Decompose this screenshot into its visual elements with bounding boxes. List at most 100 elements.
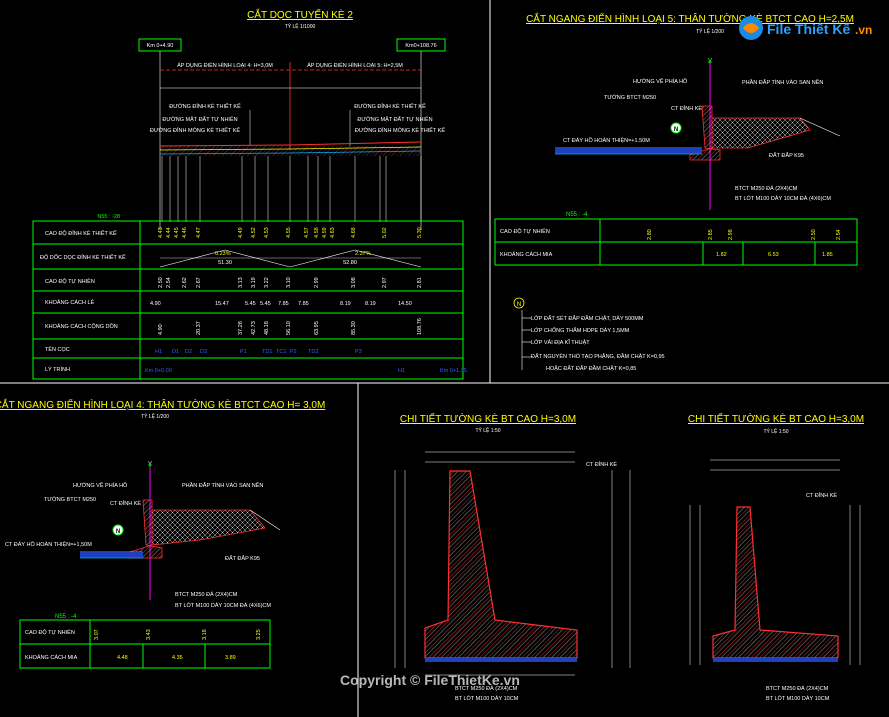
svg-text:ĐẤT ĐẮP K95: ĐẤT ĐẮP K95 — [225, 554, 260, 562]
svg-text:20.37: 20.37 — [196, 321, 202, 335]
svg-text:2.67: 2.67 — [196, 277, 202, 288]
svg-text:2.81: 2.81 — [417, 277, 423, 288]
svg-text:2.98: 2.98 — [728, 229, 734, 240]
svg-text:4.55: 4.55 — [286, 227, 292, 238]
svg-text:4.63: 4.63 — [330, 227, 336, 238]
svg-text:6.53: 6.53 — [768, 252, 779, 258]
svg-text:PHẦN ĐẮP TÍNH VÀO SAN NỀN: PHẦN ĐẮP TÍNH VÀO SAN NỀN — [182, 481, 263, 489]
svg-text:2.54: 2.54 — [166, 277, 172, 288]
svg-text:ĐƯỜNG ĐỈNH MÓNG KÈ THIẾT KẾ: ĐƯỜNG ĐỈNH MÓNG KÈ THIẾT KẾ — [150, 127, 241, 134]
copyright-watermark: Copyright © FileThietKe.vn — [340, 672, 520, 688]
logo-text: File Thiết Kế — [767, 21, 850, 37]
svg-text:0.23%: 0.23% — [215, 251, 231, 257]
svg-text:CT ĐỈNH KÈ: CT ĐỈNH KÈ — [806, 492, 837, 499]
svg-text:3.25: 3.25 — [256, 629, 262, 640]
svg-text:14.50: 14.50 — [398, 301, 412, 307]
panel-wall-detail-left: CHI TIẾT TƯỜNG KÈ BT CAO H=3,0M TỶ LỆ 1:… — [394, 412, 631, 702]
svg-text:5.02: 5.02 — [382, 227, 388, 238]
svg-text:ĐỘ DỐC DỌC ĐỈNH KÈ THIẾT KẾ: ĐỘ DỐC DỌC ĐỈNH KÈ THIẾT KẾ — [40, 254, 126, 261]
svg-text:52.80: 52.80 — [343, 260, 357, 266]
svg-text:ĐƯỜNG ĐỈNH KÈ THIẾT KẾ: ĐƯỜNG ĐỈNH KÈ THIẾT KẾ — [169, 103, 241, 110]
svg-text:ĐẤT ĐẮP K95: ĐẤT ĐẮP K95 — [769, 151, 804, 159]
svg-text:CAO ĐỘ TỰ NHIÊN: CAO ĐỘ TỰ NHIÊN — [500, 227, 550, 235]
svg-text:TÊN CỌC: TÊN CỌC — [45, 345, 70, 353]
svg-text:ĐƯỜNG MẶT ĐẤT TỰ NHIÊN: ĐƯỜNG MẶT ĐẤT TỰ NHIÊN — [162, 115, 237, 123]
panel-longitudinal: CẮT DỌC TUYẾN KÈ 2 TỶ LỆ 1/1000 Km 0+4.9… — [32, 8, 467, 380]
svg-text:HƯỚNG VỀ PHÍA HỒ: HƯỚNG VỀ PHÍA HỒ — [73, 482, 128, 489]
svg-text:HOẶC ĐẤT ĐẮP ĐẦM CHẶT K=0,85: HOẶC ĐẤT ĐẮP ĐẦM CHẶT K=0,85 — [546, 364, 636, 372]
p1-datum: N55 : -28 — [97, 214, 120, 220]
svg-text:CT ĐÁY HỒ HOÀN THIỆN=+1,50M: CT ĐÁY HỒ HOÀN THIỆN=+1,50M — [5, 540, 92, 548]
svg-text:2.37%: 2.37% — [355, 251, 371, 257]
svg-text:4.35: 4.35 — [172, 655, 183, 661]
svg-text:8.19: 8.19 — [365, 301, 376, 307]
svg-text:BTCT M250 ĐÁ (2X4)CM: BTCT M250 ĐÁ (2X4)CM — [735, 185, 798, 192]
svg-text:2.99: 2.99 — [314, 277, 320, 288]
svg-text:BT LÓT M100 DÀY 10CM: BT LÓT M100 DÀY 10CM — [766, 695, 830, 702]
p1-scale: TỶ LỆ 1/1000 — [285, 22, 316, 30]
svg-text:D3: D3 — [200, 349, 207, 355]
svg-text:ĐƯỜNG MẶT ĐẤT TỰ NHIÊN: ĐƯỜNG MẶT ĐẤT TỰ NHIÊN — [357, 115, 432, 123]
panel-cross-section-4: CẮT NGANG ĐIỂN HÌNH LOẠI 4: THÂN TƯỜNG K… — [0, 398, 325, 669]
svg-text:3.43: 3.43 — [146, 629, 152, 640]
svg-text:85.30: 85.30 — [351, 321, 357, 335]
svg-text:¥: ¥ — [707, 57, 713, 66]
svg-text:5.45: 5.45 — [245, 301, 256, 307]
svg-text:1.85: 1.85 — [822, 252, 833, 258]
svg-text:3.08: 3.08 — [351, 277, 357, 288]
svg-text:63.95: 63.95 — [314, 321, 320, 335]
svg-text:CT ĐÁY HỒ HOÀN THIỆN=+1.50M: CT ĐÁY HỒ HOÀN THIỆN=+1.50M — [563, 136, 650, 144]
svg-text:BTCT M250 ĐÁ (2X4)CM: BTCT M250 ĐÁ (2X4)CM — [766, 685, 829, 692]
svg-text:Km 0+0.00: Km 0+0.00 — [145, 368, 172, 374]
svg-text:1.82: 1.82 — [716, 252, 727, 258]
svg-text:KHOẢNG CÁCH MIA: KHOẢNG CÁCH MIA — [500, 251, 553, 258]
p1-zone1: ÁP DỤNG ĐIỂN HÌNH LOẠI 4: H=3,0M — [177, 62, 273, 69]
svg-text:BT LÓT M100 DÀY 10CM ĐÁ (4X6)C: BT LÓT M100 DÀY 10CM ĐÁ (4X6)CM — [175, 602, 271, 609]
svg-text:4.59: 4.59 — [322, 227, 328, 238]
svg-text:4.48: 4.48 — [117, 655, 128, 661]
svg-text:4.68: 4.68 — [351, 227, 357, 238]
svg-text:4.46: 4.46 — [182, 227, 188, 238]
svg-text:PHẦN ĐẮP TÍNH VÀO SAN NỀN: PHẦN ĐẮP TÍNH VÀO SAN NỀN — [742, 78, 823, 86]
svg-text:P2: P2 — [290, 349, 297, 355]
svg-text:CT ĐỈNH KÈ: CT ĐỈNH KÈ — [110, 500, 141, 507]
svg-text:TỶ LỆ 1/200: TỶ LỆ 1/200 — [141, 412, 169, 420]
p1-km-end: Km0+108.76 — [405, 43, 436, 49]
svg-text:2.97: 2.97 — [382, 277, 388, 288]
svg-text:N: N — [116, 529, 120, 535]
svg-text:P1: P1 — [240, 349, 247, 355]
svg-text:TỶ LỆ 1:50: TỶ LỆ 1:50 — [763, 427, 788, 435]
svg-text:2.50: 2.50 — [811, 229, 817, 240]
svg-text:4.90: 4.90 — [150, 301, 161, 307]
brand-logo: File Thiết Kế .vn — [735, 8, 885, 48]
legend: N LỚP ĐẤT SÉT ĐẮP ĐẦM CHẶT, DÀY 500MM LỚ… — [513, 297, 665, 372]
drawing-svg: CẮT DỌC TUYẾN KÈ 2 TỶ LỆ 1/1000 Km 0+4.9… — [0, 0, 889, 717]
svg-text:5.30: 5.30 — [417, 227, 423, 238]
svg-text:3.19: 3.19 — [251, 277, 257, 288]
svg-text:LỚP VẢI ĐỊA KĨ THUẬT: LỚP VẢI ĐỊA KĨ THUẬT — [531, 339, 590, 346]
svg-text:TỶ LỆ 1:50: TỶ LỆ 1:50 — [475, 426, 500, 434]
svg-text:TC1: TC1 — [276, 349, 286, 355]
svg-text:CAO ĐỘ TỰ NHIÊN: CAO ĐỘ TỰ NHIÊN — [25, 628, 75, 636]
p3-title: CẮT NGANG ĐIỂN HÌNH LOẠI 4: THÂN TƯỜNG K… — [0, 398, 325, 411]
svg-text:3.13: 3.13 — [238, 277, 244, 288]
svg-text:HƯỚNG VỀ PHÍA HỒ: HƯỚNG VỀ PHÍA HỒ — [633, 78, 688, 85]
svg-text:N: N — [517, 302, 521, 308]
svg-text:ĐẤT NGUYÊN THỔ TẠO PHẲNG, ĐẦM: ĐẤT NGUYÊN THỔ TẠO PHẲNG, ĐẦM CHẶT K=0,9… — [531, 352, 665, 360]
svg-text:TƯỜNG BTCT M250: TƯỜNG BTCT M250 — [604, 94, 656, 101]
svg-text:2.54: 2.54 — [836, 229, 842, 240]
svg-text:4.43: 4.43 — [158, 227, 164, 238]
svg-text:4.90: 4.90 — [158, 324, 164, 335]
svg-text:108.76: 108.76 — [417, 318, 423, 335]
svg-text:BTCT M250 ĐÁ (2X4)CM: BTCT M250 ĐÁ (2X4)CM — [175, 591, 238, 598]
svg-text:51.30: 51.30 — [218, 260, 232, 266]
svg-text:CT ĐỈNH KÈ: CT ĐỈNH KÈ — [586, 461, 617, 468]
svg-text:4.57: 4.57 — [304, 227, 310, 238]
svg-text:N55 : -4: N55 : -4 — [566, 212, 588, 218]
svg-text:4.47: 4.47 — [196, 227, 202, 238]
svg-text:BT LÓT M100 DÀY 10CM: BT LÓT M100 DÀY 10CM — [455, 695, 519, 702]
svg-text:2.85: 2.85 — [708, 229, 714, 240]
svg-text:CT ĐỈNH KÈ: CT ĐỈNH KÈ — [671, 105, 702, 112]
p1-km-start: Km 0+4.90 — [147, 43, 174, 49]
svg-text:2.80: 2.80 — [647, 229, 653, 240]
